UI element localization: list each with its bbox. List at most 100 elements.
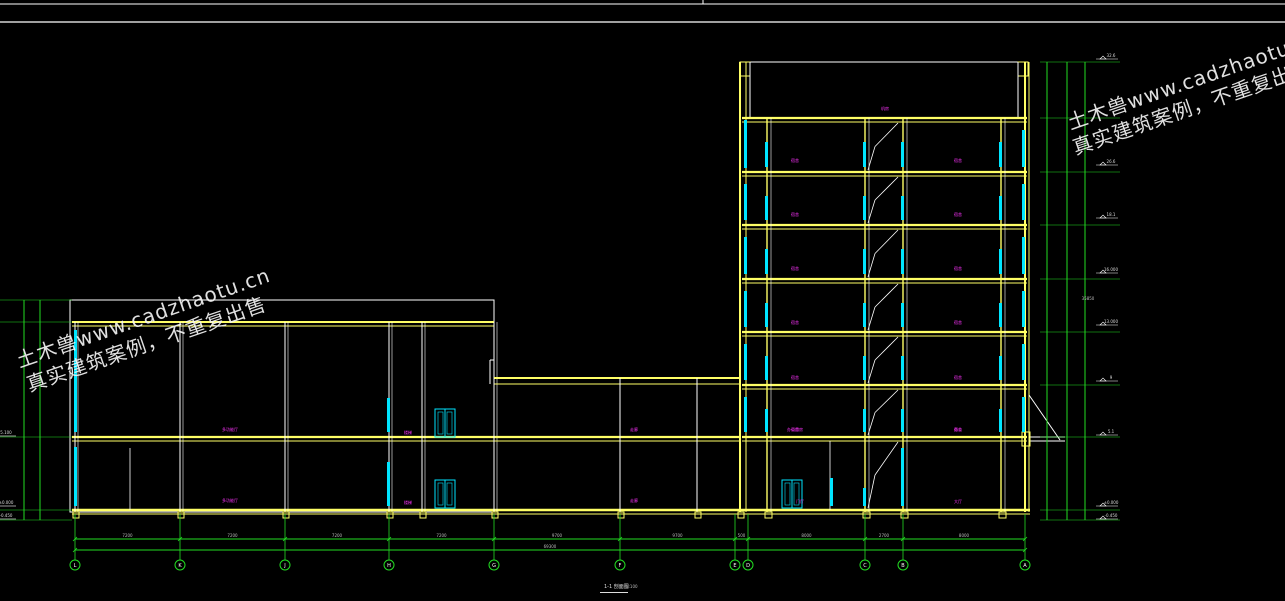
glass-tower-left bbox=[744, 397, 747, 432]
room-label-office-left: 办公用房 bbox=[787, 426, 803, 432]
glass-tower-col bbox=[999, 356, 1002, 380]
level-value-left: ±0.000 bbox=[0, 500, 14, 505]
glass-tower-col bbox=[999, 196, 1002, 220]
glass-tower-right bbox=[1022, 291, 1025, 327]
drawing-scale: 1:100 bbox=[626, 584, 638, 589]
level-value: ±0.000 bbox=[1104, 500, 1119, 505]
bay-dimension: 2700 bbox=[879, 533, 890, 538]
level-value-left: -0.450 bbox=[0, 513, 13, 518]
room-label-stair-upper: 楼梯 bbox=[404, 429, 412, 435]
glass-tower-col bbox=[863, 249, 866, 274]
column-footing bbox=[764, 511, 773, 519]
room-label-tower-right: 宿舍 bbox=[954, 265, 962, 271]
glass-ground bbox=[863, 488, 866, 506]
glass-tower-col bbox=[901, 196, 904, 220]
column-footing bbox=[900, 511, 909, 519]
axis-letter: A bbox=[1023, 563, 1027, 569]
canopy-brace bbox=[1028, 394, 1061, 441]
axis-letter: F bbox=[619, 563, 622, 569]
room-label-tower-left: 宿舍 bbox=[791, 211, 799, 217]
glass-tower-col bbox=[901, 409, 904, 432]
room-label-tower-right: 宿舍 bbox=[954, 211, 962, 217]
glass-tower-col bbox=[901, 249, 904, 274]
glass-stair-upper bbox=[387, 398, 390, 432]
stair-flight bbox=[874, 389, 899, 413]
axis-letter: L bbox=[74, 563, 77, 569]
stair-flight bbox=[874, 283, 899, 308]
axis-letter: D bbox=[746, 563, 750, 569]
level-value: 32.6 bbox=[1107, 53, 1116, 58]
glass-tower-col bbox=[863, 409, 866, 432]
glass-tower-col bbox=[765, 356, 768, 380]
room-label-lobby: 门厅 bbox=[796, 498, 804, 504]
room-label-roof: 机房 bbox=[881, 105, 889, 111]
axis-letter: J bbox=[283, 563, 285, 569]
level-triangle bbox=[1099, 431, 1107, 436]
level-value-left: 5.100 bbox=[0, 430, 12, 435]
bay-dimension: 9700 bbox=[552, 533, 563, 538]
room-label-tower-left: 宿舍 bbox=[791, 157, 799, 163]
level-value: 26.6 bbox=[1107, 159, 1116, 164]
glass-tower-right bbox=[1022, 184, 1025, 220]
glass-ground bbox=[901, 448, 904, 506]
glass-tower-col bbox=[999, 303, 1002, 327]
room-label-mid-lower: 走廊 bbox=[630, 497, 638, 503]
room-label-office-right: 办公 bbox=[954, 426, 962, 432]
glass-tower-col bbox=[999, 142, 1002, 167]
room-label-tower-left: 宿舍 bbox=[791, 319, 799, 325]
glass-tower-col bbox=[765, 249, 768, 274]
glass-tower-col bbox=[901, 356, 904, 380]
column-footing bbox=[282, 511, 290, 519]
glass-left-lower bbox=[74, 447, 77, 506]
stair-flight bbox=[874, 176, 899, 201]
column-footing bbox=[386, 511, 394, 519]
glass-tower-col bbox=[765, 196, 768, 220]
bay-dimension: 8000 bbox=[959, 533, 970, 538]
room-label-left-upper: 多功能厅 bbox=[222, 426, 238, 432]
room-labels: 多功能厅多功能厅楼梯楼梯走廊走廊机房宿舍 宿舍宿舍 宿舍宿舍 宿舍宿舍 宿舍宿舍 宿舍宿舍… bbox=[222, 105, 962, 505]
glass-tower-left bbox=[744, 344, 747, 380]
level-triangle bbox=[1099, 55, 1107, 60]
room-label-tower-right: 宿舍 bbox=[954, 319, 962, 325]
door-lower-leaf bbox=[437, 482, 444, 506]
room-label-tower-left: 宿舍 bbox=[791, 374, 799, 380]
glass-tower-left bbox=[744, 291, 747, 327]
room-label-tower-left: 宿舍 bbox=[791, 265, 799, 271]
glass-tower-col bbox=[999, 409, 1002, 432]
glass-tower-left-top bbox=[744, 120, 747, 168]
axis-letter: K bbox=[178, 563, 182, 569]
bay-dimension: 7200 bbox=[332, 533, 343, 538]
tower-height-dim: 35850 bbox=[1082, 296, 1095, 301]
axis-letter: H bbox=[387, 563, 391, 569]
level-value: 16.000 bbox=[1104, 267, 1118, 272]
glass-tower-right bbox=[1022, 237, 1025, 274]
stair-flight bbox=[874, 122, 899, 147]
stair-flight bbox=[874, 229, 899, 254]
bay-dimension: 7200 bbox=[122, 533, 133, 538]
glass-tower-right bbox=[1022, 397, 1025, 432]
glass-tower-col bbox=[765, 303, 768, 327]
drawing-frame bbox=[0, 0, 1285, 23]
level-triangle bbox=[1099, 161, 1107, 166]
column-footing bbox=[737, 511, 745, 519]
glass-tower-col bbox=[863, 142, 866, 167]
room-label-left-lower: 多功能厅 bbox=[222, 497, 238, 503]
level-value: 5.1 bbox=[1108, 429, 1115, 434]
column-footing bbox=[617, 511, 625, 519]
glass-stair-lower bbox=[387, 462, 390, 506]
column-footing bbox=[694, 511, 702, 519]
glass-tower-col bbox=[863, 196, 866, 220]
parapet-cap-right bbox=[1017, 61, 1029, 77]
glass-tower-left bbox=[744, 184, 747, 220]
column-footing bbox=[72, 511, 80, 519]
bay-dimension: 500 bbox=[738, 533, 746, 538]
level-triangle bbox=[1099, 214, 1107, 219]
glass-tower-left bbox=[744, 237, 747, 274]
total-dimension: 69300 bbox=[544, 544, 557, 549]
room-label-mid-upper: 走廊 bbox=[630, 426, 638, 432]
bay-dimension: 8000 bbox=[801, 533, 812, 538]
level-value: 18.1 bbox=[1107, 212, 1116, 217]
glass-tower-col bbox=[863, 303, 866, 327]
glass-tower-col bbox=[765, 142, 768, 167]
level-value: 9 bbox=[1110, 375, 1113, 380]
